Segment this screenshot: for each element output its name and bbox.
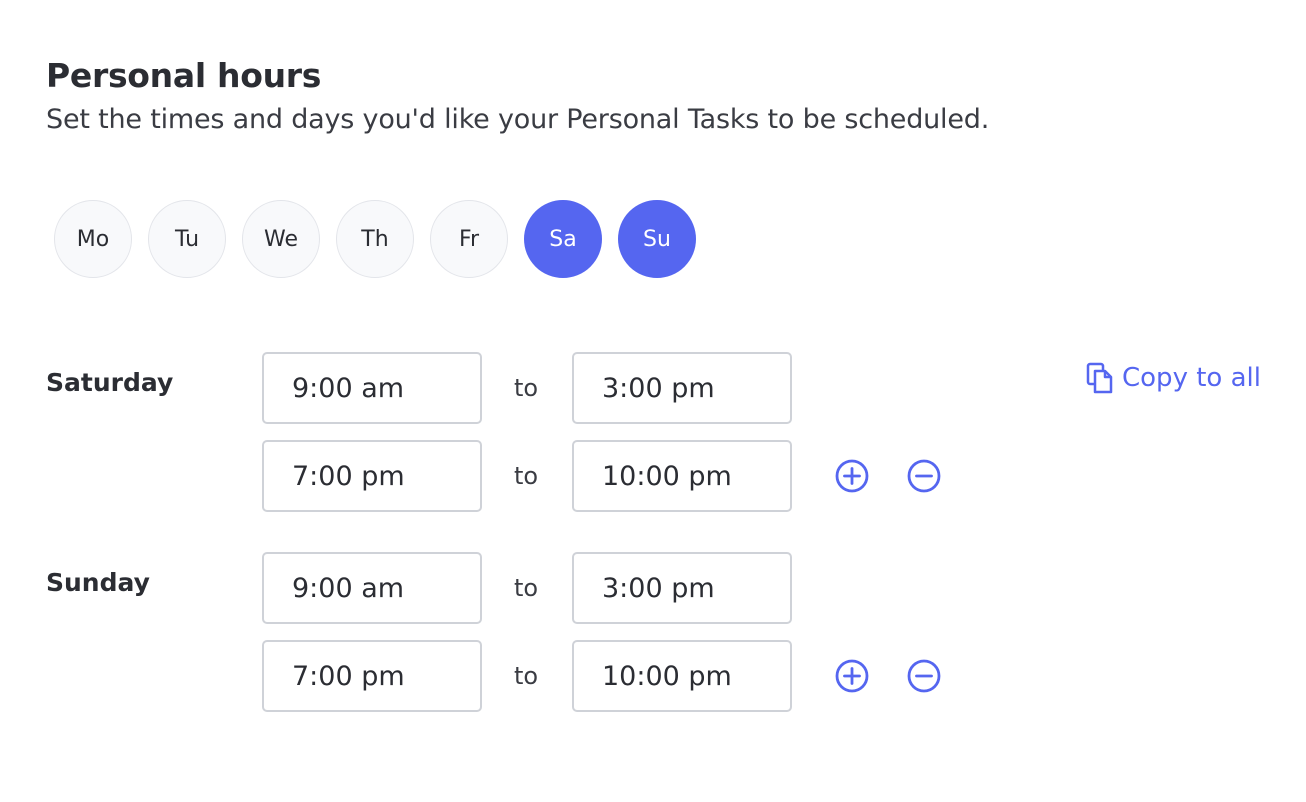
sunday-range-2-end-field[interactable]: 10:00 pm bbox=[572, 640, 792, 712]
saturday-range-2-end-field[interactable]: 10:00 pm bbox=[572, 440, 792, 512]
saturday-add-range-icon[interactable] bbox=[834, 458, 870, 494]
sunday-add-range-icon[interactable] bbox=[834, 658, 870, 694]
page-title: Personal hours bbox=[46, 56, 322, 95]
saturday-range-1-start-field[interactable]: 9:00 am bbox=[262, 352, 482, 424]
range-separator: to bbox=[514, 374, 539, 402]
day-toggle-fr[interactable]: Fr bbox=[430, 200, 508, 278]
sunday-remove-range-icon[interactable] bbox=[906, 658, 942, 694]
day-toggle-th[interactable]: Th bbox=[336, 200, 414, 278]
day-label-sunday: Sunday bbox=[46, 568, 150, 597]
saturday-range-2-start-field[interactable]: 7:00 pm bbox=[262, 440, 482, 512]
range-separator: to bbox=[514, 462, 539, 490]
page-subtitle: Set the times and days you'd like your P… bbox=[46, 104, 990, 135]
range-separator: to bbox=[514, 662, 539, 690]
day-label-saturday: Saturday bbox=[46, 368, 174, 397]
day-toggle-tu[interactable]: Tu bbox=[148, 200, 226, 278]
copy-to-all-button[interactable]: Copy to all bbox=[1086, 362, 1261, 394]
day-toggle-mo[interactable]: Mo bbox=[54, 200, 132, 278]
copy-icon bbox=[1086, 362, 1113, 394]
copy-to-all-label: Copy to all bbox=[1122, 363, 1261, 393]
range-separator: to bbox=[514, 574, 539, 602]
sunday-range-1-start-field[interactable]: 9:00 am bbox=[262, 552, 482, 624]
day-selector: Mo Tu We Th Fr Sa Su bbox=[54, 200, 696, 278]
sunday-range-1-end-field[interactable]: 3:00 pm bbox=[572, 552, 792, 624]
saturday-range-1-end-field[interactable]: 3:00 pm bbox=[572, 352, 792, 424]
day-toggle-su[interactable]: Su bbox=[618, 200, 696, 278]
day-toggle-sa[interactable]: Sa bbox=[524, 200, 602, 278]
day-toggle-we[interactable]: We bbox=[242, 200, 320, 278]
saturday-remove-range-icon[interactable] bbox=[906, 458, 942, 494]
sunday-range-2-start-field[interactable]: 7:00 pm bbox=[262, 640, 482, 712]
